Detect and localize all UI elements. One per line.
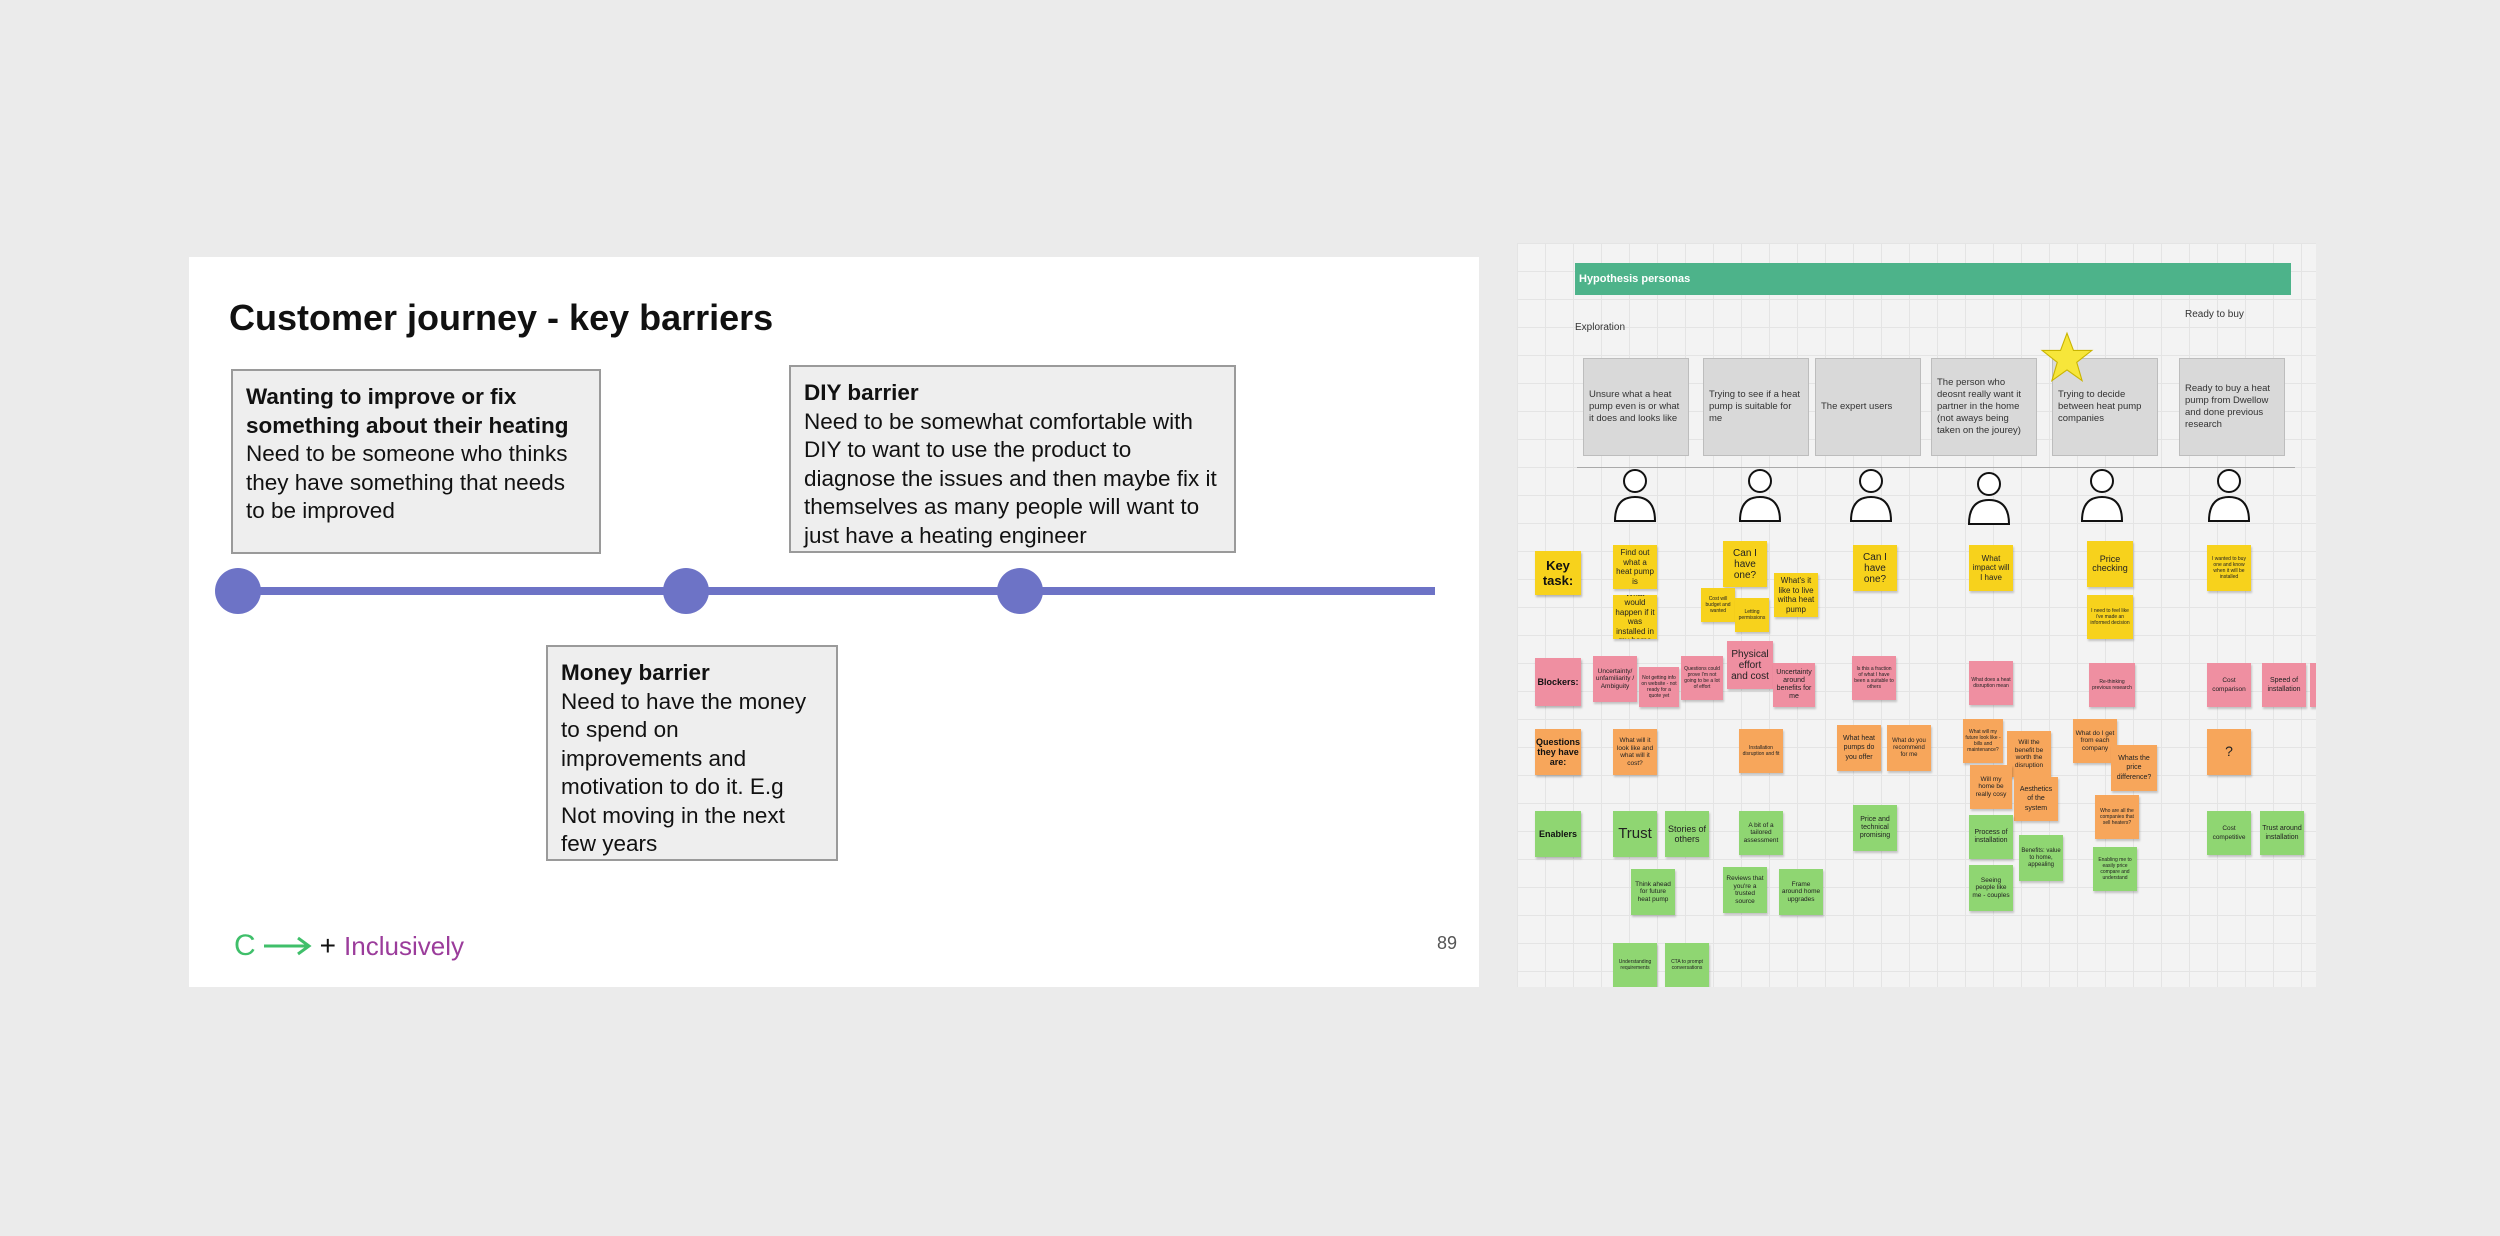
sticky-note: Questions could prove I'm not going to b… bbox=[1681, 656, 1723, 700]
sticky-note: Aesthetics of the system bbox=[2014, 777, 2058, 821]
row-label-enablers: Enablers bbox=[1535, 811, 1581, 857]
sticky-note: Seeing people like me - couples bbox=[1969, 865, 2013, 911]
persona-text: Trying to see if a heat pump is suitable… bbox=[1709, 389, 1801, 424]
divider-line bbox=[1577, 467, 2295, 468]
timeline-dot bbox=[663, 568, 709, 614]
sticky-note: What do you recommend for me bbox=[1887, 725, 1931, 771]
sticky-note: Installation disruption and fit bbox=[1739, 729, 1783, 773]
sticky-note: What would happen if it was installed in… bbox=[1613, 595, 1657, 639]
persona-text: The expert users bbox=[1821, 401, 1893, 412]
sticky-note: What will it look like and what will it … bbox=[1613, 729, 1657, 775]
sticky-note: Price and technical promising bbox=[1853, 805, 1897, 851]
logo-text: Inclusively bbox=[344, 930, 464, 961]
inclusively-logo: C + Inclusively bbox=[234, 929, 464, 963]
board-header: Hypothesis personas bbox=[1575, 263, 2291, 295]
sticky-note: Enabling me to easily price compare and … bbox=[2093, 847, 2137, 891]
persona-card: Ready to buy a heat pump from Dwellow an… bbox=[2179, 358, 2285, 456]
sticky-note: Is this a fraction of what I have been a… bbox=[1852, 656, 1896, 700]
person-icon bbox=[1849, 469, 1893, 522]
sticky-note: Can I have one? bbox=[1723, 541, 1767, 587]
timeline-line bbox=[239, 587, 1435, 595]
sticky-note: Cost comparison bbox=[2207, 663, 2251, 707]
page-number: 89 bbox=[1436, 933, 1457, 953]
sticky-note: Whats the price difference? bbox=[2111, 745, 2157, 791]
sticky-note: Trust around installation bbox=[2260, 811, 2304, 855]
sticky-note: What impact will I have bbox=[1969, 545, 2013, 591]
box-body: Need to be someone who thinks they have … bbox=[246, 441, 568, 523]
sticky-note: What's it like to live witha heat pump bbox=[1774, 573, 1818, 617]
sticky-note: ? bbox=[2207, 729, 2251, 775]
row-label-questions: Questions they have are: bbox=[1535, 729, 1581, 775]
sticky-note: Process of installation bbox=[1969, 815, 2013, 859]
sticky-note: Uncertainty/ unfamiliarity / Ambiguity bbox=[1593, 656, 1637, 702]
star-icon bbox=[2040, 331, 2094, 383]
box-body: Need to have the money to spend on impro… bbox=[561, 688, 807, 857]
sticky-note: Frame around home upgrades bbox=[1779, 869, 1823, 915]
sticky-note: Who are all the companies that sell heat… bbox=[2095, 795, 2139, 839]
sticky-note: Understanding requirements bbox=[1613, 943, 1657, 987]
person-icon bbox=[1738, 469, 1782, 522]
persona-text: Unsure what a heat pump even is or what … bbox=[1589, 389, 1680, 424]
person-icon bbox=[1967, 472, 2011, 525]
diy-barrier-box: DIY barrier Need to be somewhat comforta… bbox=[789, 365, 1236, 553]
sticky-note: What will my future look like - bills an… bbox=[1963, 719, 2003, 763]
slide-title: Customer journey - key barriers bbox=[229, 297, 774, 338]
timeline-dot bbox=[997, 568, 1043, 614]
sticky-note: Reviews that you're a trusted source bbox=[1723, 867, 1767, 913]
person-icon bbox=[1613, 469, 1657, 522]
heating-barrier-box: Wanting to improve or fix something abou… bbox=[231, 369, 601, 554]
person-icon bbox=[2080, 469, 2124, 522]
persona-card: The person who deosnt really want it par… bbox=[1931, 358, 2037, 456]
person-icon bbox=[2207, 469, 2251, 522]
timeline-dot bbox=[215, 568, 261, 614]
row-label-key-task: Key task: bbox=[1535, 551, 1581, 595]
box-title: Wanting to improve or fix something abou… bbox=[246, 384, 569, 438]
sticky-note: Find out what a heat pump is bbox=[1613, 545, 1657, 589]
sticky-note: What does a heat disruption mean bbox=[1969, 661, 2013, 705]
persona-text: The person who deosnt really want it par… bbox=[1937, 377, 2021, 436]
sticky-note: Letting permissions bbox=[1735, 598, 1769, 632]
sticky-note: CTA to prompt conversations bbox=[1665, 943, 1709, 987]
sticky-note: Price checking bbox=[2087, 541, 2133, 587]
sticky-note: Stories of others bbox=[1665, 811, 1709, 857]
persona-text: Trying to decide between heat pump compa… bbox=[2058, 389, 2142, 424]
persona-card: The expert users bbox=[1815, 358, 1921, 456]
sticky-note: Uncertainty around benefits for me bbox=[1773, 663, 1815, 707]
box-title: DIY barrier bbox=[804, 380, 919, 405]
ready-label: Ready to buy bbox=[2185, 309, 2244, 320]
sticky-note: Will my home be really cosy bbox=[1970, 765, 2012, 809]
sticky-note: A bit of a tailored assessment bbox=[1739, 811, 1783, 855]
sticky-note: Will the benefit be worth the disruption bbox=[2007, 731, 2051, 777]
persona-text: Ready to buy a heat pump from Dwellow an… bbox=[2185, 383, 2271, 430]
sticky-note: Re-thinking previous research bbox=[2089, 663, 2135, 707]
money-barrier-box: Money barrier Need to have the money to … bbox=[546, 645, 838, 861]
arrow-icon bbox=[263, 936, 312, 956]
sticky-note: I need to feel like i've made an informe… bbox=[2087, 595, 2133, 639]
persona-card: Unsure what a heat pump even is or what … bbox=[1583, 358, 1689, 456]
whiteboard: Hypothesis personas Exploration Ready to… bbox=[1517, 243, 2316, 987]
row-label-blockers: Blockers: bbox=[1535, 658, 1581, 706]
sticky-note: Benefits: value to home, appealing bbox=[2019, 835, 2063, 881]
exploration-label: Exploration bbox=[1575, 322, 1626, 333]
sticky-note: Trust bbox=[1613, 811, 1657, 857]
persona-card: Trying to see if a heat pump is suitable… bbox=[1703, 358, 1809, 456]
box-body: Need to be somewhat comfortable with DIY… bbox=[804, 408, 1217, 548]
logo-c: C bbox=[234, 929, 256, 962]
sticky-note: Think ahead for future heat pump bbox=[1631, 869, 1675, 915]
presentation-slide: Customer journey - key barriers Wanting … bbox=[189, 257, 1479, 987]
sticky-note: Speed of installation bbox=[2262, 663, 2306, 707]
sticky-note: Cost competitive bbox=[2207, 811, 2251, 855]
sticky-note: What heat pumps do you offer bbox=[1837, 725, 1881, 771]
sticky-note-edge bbox=[2310, 663, 2316, 707]
sticky-note: Cost will budget and wanted bbox=[1701, 588, 1735, 622]
sticky-note: Can I have one? bbox=[1853, 545, 1897, 591]
sticky-note: Not getting info on website - not ready … bbox=[1639, 667, 1679, 707]
sticky-note: I wanted to buy one and know when it wil… bbox=[2207, 545, 2251, 591]
box-title: Money barrier bbox=[561, 660, 710, 685]
logo-plus: + bbox=[319, 930, 337, 961]
sticky-note: Physical effort and cost bbox=[1727, 641, 1773, 689]
